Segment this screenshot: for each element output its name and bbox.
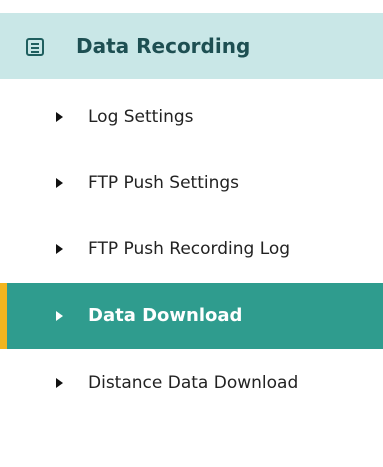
menu-item-log-settings[interactable]: Log Settings [0, 84, 383, 150]
menu-item-label: FTP Push Settings [88, 173, 240, 193]
menu-item-ftp-push-settings[interactable]: FTP Push Settings [0, 150, 383, 216]
list-panel-icon [26, 38, 44, 56]
menu-item-label: Log Settings [88, 107, 194, 127]
caret-right-icon [56, 244, 63, 254]
caret-right-icon [56, 178, 63, 188]
menu-item-label: Distance Data Download [88, 373, 299, 393]
caret-right-icon [56, 112, 63, 122]
menu-item-data-download[interactable]: Data Download [0, 283, 383, 349]
data-recording-menu: Data Recording Log Settings FTP Push Set… [0, 0, 383, 467]
menu-item-label: Data Download [88, 305, 243, 326]
menu-item-ftp-push-recording-log[interactable]: FTP Push Recording Log [0, 216, 383, 282]
menu-item-label: FTP Push Recording Log [88, 239, 291, 259]
caret-right-icon [56, 378, 63, 388]
caret-right-icon [56, 311, 63, 321]
section-title: Data Recording [76, 34, 251, 58]
section-header[interactable]: Data Recording [0, 13, 383, 79]
menu-item-distance-data-download[interactable]: Distance Data Download [0, 350, 383, 416]
